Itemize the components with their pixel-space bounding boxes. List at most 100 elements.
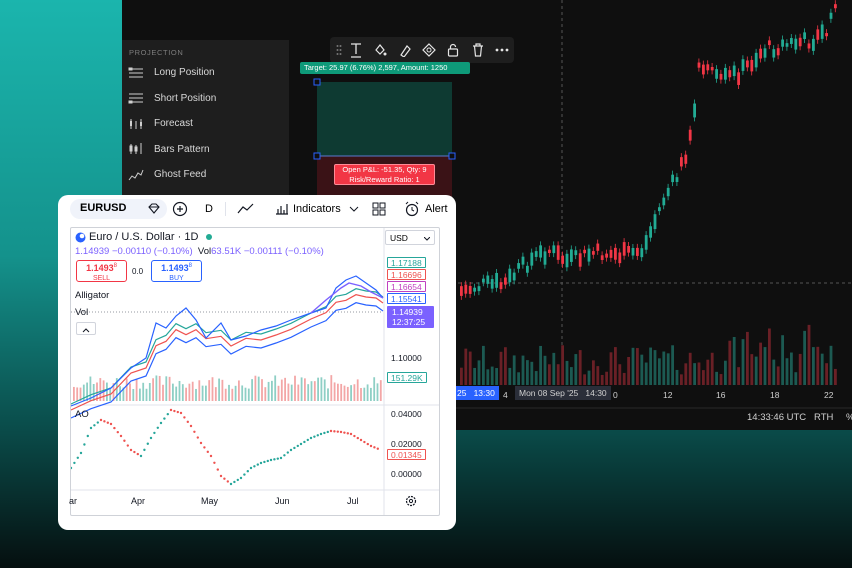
text-icon[interactable]: [344, 38, 368, 62]
diamond-icon[interactable]: [147, 199, 161, 219]
price-label-magenta: 1.16654: [387, 281, 426, 292]
candle-body: [684, 154, 688, 164]
volume-bar: [785, 358, 789, 385]
indicators-label: Indicators: [293, 203, 341, 215]
collapse-legend-button[interactable]: [76, 322, 96, 335]
volume-bar: [609, 352, 613, 385]
sell-button[interactable]: 1.14938 SELL: [76, 260, 127, 282]
volume-bar: [228, 384, 230, 401]
currency-select[interactable]: USD: [385, 230, 435, 245]
date-label: 18: [770, 390, 780, 400]
volume-bar: [294, 375, 296, 401]
candle-body: [754, 52, 758, 68]
candle-body: [807, 43, 811, 49]
percent-toggle[interactable]: %: [846, 412, 852, 423]
session-label[interactable]: RTH: [814, 412, 833, 423]
volume-bar: [794, 372, 798, 385]
volume-bar: [508, 367, 512, 385]
drag-handle: [313, 78, 321, 86]
date-label: 0: [613, 390, 618, 400]
volume-bar: [125, 378, 128, 401]
drawing-toolbar: [330, 37, 514, 63]
alligator-legend[interactable]: Alligator: [75, 290, 109, 301]
candle-body: [605, 253, 608, 258]
menu-item-long-position[interactable]: Long Position: [122, 60, 289, 86]
chart-type-icon[interactable]: [237, 199, 255, 219]
alert-button[interactable]: Alert: [404, 199, 448, 219]
ao-dot: [283, 454, 286, 457]
volume-bar: [313, 381, 316, 401]
volume-bar: [208, 380, 211, 401]
ao-dot: [333, 430, 336, 433]
candle-body: [609, 249, 613, 258]
layout-icon[interactable]: [372, 199, 386, 219]
ao-tick: 0.04000: [391, 409, 422, 419]
candle-body: [816, 29, 820, 40]
vol-legend[interactable]: Vol: [75, 307, 88, 318]
volume-bar: [552, 352, 556, 385]
settings-gear-icon[interactable]: [405, 494, 417, 512]
candle-body: [486, 275, 490, 284]
candle-body: [517, 263, 520, 269]
visibility-icon[interactable]: [417, 38, 441, 62]
ao-legend[interactable]: AO: [75, 409, 89, 420]
volume-bar: [142, 382, 145, 401]
volume-bar: [710, 352, 714, 385]
menu-item-ghost-feed[interactable]: Ghost Feed: [122, 162, 289, 188]
candle-body: [636, 247, 639, 256]
volume-bar: [517, 372, 520, 385]
ao-dot: [169, 408, 173, 412]
candle-body: [763, 48, 767, 58]
menu-item-short-position[interactable]: Short Position: [122, 86, 289, 112]
candle-body: [803, 32, 806, 40]
trash-icon[interactable]: [465, 38, 489, 62]
drag-handle-icon[interactable]: [334, 38, 344, 62]
line-color-icon[interactable]: [392, 38, 416, 62]
menu-item-forecast[interactable]: Forecast: [122, 111, 289, 137]
ao-dot: [226, 480, 229, 483]
candle-body: [781, 39, 784, 47]
volume-bar: [195, 388, 197, 401]
candle-body: [570, 249, 573, 262]
ao-dot: [266, 459, 269, 463]
indicators-button[interactable]: Indicators: [275, 199, 359, 219]
volume-bar: [317, 377, 319, 401]
volume-bar: [803, 330, 806, 385]
menu-item-bars-pattern[interactable]: Bars Pattern: [122, 137, 289, 163]
ao-dot: [183, 416, 186, 419]
volume-bar: [649, 347, 652, 385]
volume-bar: [346, 386, 349, 401]
month-label: ar: [69, 496, 78, 506]
candle-body: [600, 255, 604, 260]
clock-label[interactable]: 14:33:46 UTC: [747, 412, 806, 423]
pnl-line: Open P&L: -51.35, Qty: 9: [342, 165, 427, 174]
fill-color-icon[interactable]: [368, 38, 392, 62]
volume-bar: [162, 384, 164, 401]
target-label: Target: 25.97 (6.76%) 2,597, Amount: 125…: [300, 62, 470, 74]
volume-bar: [254, 375, 257, 401]
lock-icon[interactable]: [441, 38, 465, 62]
volume-bar: [486, 369, 490, 385]
volume-bar: [825, 363, 828, 385]
volume-bar: [271, 380, 273, 401]
candle-body: [521, 256, 525, 265]
buy-button[interactable]: 1.14938 BUY: [151, 260, 202, 282]
ao-dot: [223, 477, 226, 480]
ao-dot: [83, 443, 86, 446]
candle-body: [508, 268, 512, 283]
ao-dot: [263, 460, 266, 464]
more-icon[interactable]: [490, 38, 514, 62]
volume-bar: [178, 380, 181, 401]
divider: [225, 202, 226, 216]
candle-body: [671, 174, 674, 183]
volume-bar: [464, 348, 468, 385]
interval-button[interactable]: D: [205, 199, 213, 219]
date-label: 16: [716, 390, 726, 400]
add-symbol-icon[interactable]: [172, 199, 188, 219]
chart-pane[interactable]: Euro / U.S. Dollar · 1D USD 1.14939 −0.0…: [69, 227, 440, 516]
chevron-down-icon: [424, 237, 430, 241]
date-label: 13:30: [473, 388, 495, 398]
long-position-icon: [128, 67, 144, 79]
volume-bar: [605, 371, 608, 385]
volume-bar: [834, 368, 837, 385]
